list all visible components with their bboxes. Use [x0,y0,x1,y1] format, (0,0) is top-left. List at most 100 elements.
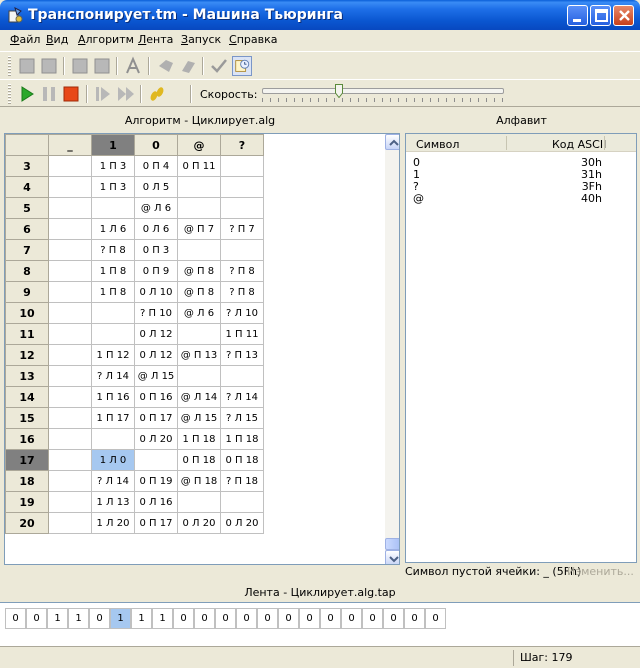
command-cell[interactable]: 0 П 17 [134,407,178,429]
state-header[interactable]: 7 [5,239,49,261]
command-cell[interactable]: 0 П 18 [177,449,221,471]
tape-cell[interactable]: 0 [173,608,194,629]
command-cell[interactable]: 0 Л 20 [177,512,221,534]
command-cell[interactable]: 0 Л 12 [134,323,178,345]
command-cell[interactable]: 1 П 11 [220,323,264,345]
command-cell[interactable]: 1 П 8 [91,260,135,282]
move-right-icon[interactable] [178,56,198,76]
column-header[interactable]: ? [220,134,264,156]
command-cell[interactable]: 0 Л 6 [134,218,178,240]
command-cell[interactable]: 0 П 19 [134,470,178,492]
command-cell[interactable] [177,323,221,345]
command-cell[interactable]: 1 П 16 [91,386,135,408]
command-cell[interactable]: 1 П 12 [91,344,135,366]
command-cell[interactable]: 1 Л 6 [91,218,135,240]
command-cell[interactable] [220,197,264,219]
command-cell[interactable]: ? П 8 [220,260,264,282]
command-cell[interactable] [48,512,92,534]
command-cell[interactable] [177,176,221,198]
speed-slider-thumb[interactable] [334,84,343,98]
tape[interactable]: 001101110000000000000 [0,602,640,646]
command-cell[interactable] [177,239,221,261]
command-cell[interactable] [48,239,92,261]
command-cell[interactable] [177,197,221,219]
state-header[interactable]: 3 [5,155,49,177]
algorithm-scrollbar[interactable] [385,134,399,564]
tape-cell[interactable]: 0 [257,608,278,629]
menu-run[interactable]: Запуск [181,33,221,46]
tape-cell[interactable]: 0 [236,608,257,629]
command-cell[interactable]: 1 П 18 [220,428,264,450]
close-button[interactable] [613,5,634,26]
delete-row-icon[interactable] [39,56,59,76]
command-cell[interactable] [48,470,92,492]
command-cell[interactable] [134,449,178,471]
command-cell[interactable]: 0 П 4 [134,155,178,177]
command-cell[interactable] [177,365,221,387]
command-cell[interactable]: @ П 8 [177,260,221,282]
command-cell[interactable] [48,218,92,240]
command-cell[interactable]: 1 П 3 [91,155,135,177]
command-cell[interactable] [91,302,135,324]
tape-cell[interactable]: 0 [383,608,404,629]
command-cell[interactable]: 0 П 18 [220,449,264,471]
command-cell[interactable]: 1 Л 0 [91,449,135,471]
command-cell[interactable]: 0 Л 5 [134,176,178,198]
tape-cell[interactable]: 0 [299,608,320,629]
command-cell[interactable]: ? Л 14 [91,470,135,492]
command-cell[interactable]: @ Л 15 [134,365,178,387]
command-cell[interactable] [48,428,92,450]
command-cell[interactable] [48,386,92,408]
tape-cell[interactable]: 0 [341,608,362,629]
command-cell[interactable] [220,239,264,261]
command-cell[interactable]: ? Л 14 [91,365,135,387]
column-header[interactable]: 1 [91,134,135,156]
column-header[interactable]: 0 [134,134,178,156]
speed-slider[interactable] [262,88,504,94]
move-left-icon[interactable] [156,56,176,76]
command-cell[interactable] [48,155,92,177]
command-cell[interactable]: 1 П 8 [91,281,135,303]
command-cell[interactable]: 1 П 3 [91,176,135,198]
play-icon[interactable] [17,84,37,104]
menu-help[interactable]: Справка [229,33,277,46]
command-cell[interactable] [91,323,135,345]
command-cell[interactable] [48,491,92,513]
scroll-thumb[interactable] [385,538,399,550]
menu-file[interactable]: Файл [10,33,40,46]
column-header-ascii[interactable]: Код ASCII [552,138,606,151]
tape-cell[interactable]: 0 [89,608,110,629]
state-header[interactable]: 16 [5,428,49,450]
command-cell[interactable]: 0 Л 12 [134,344,178,366]
command-cell[interactable] [220,491,264,513]
command-cell[interactable]: ? Л 15 [220,407,264,429]
state-header[interactable]: 18 [5,470,49,492]
command-cell[interactable] [48,344,92,366]
state-header[interactable]: 17 [5,449,49,471]
command-cell[interactable]: 0 П 3 [134,239,178,261]
tape-cell[interactable]: 0 [362,608,383,629]
command-cell[interactable]: @ Л 14 [177,386,221,408]
command-cell[interactable]: ? Л 10 [220,302,264,324]
command-cell[interactable] [177,491,221,513]
toolbar-grip[interactable] [8,56,11,76]
change-blank-button[interactable]: Изменить... [567,565,634,578]
state-header[interactable]: 5 [5,197,49,219]
column-header[interactable]: @ [177,134,221,156]
state-header[interactable]: 13 [5,365,49,387]
command-cell[interactable] [48,407,92,429]
command-cell[interactable]: 0 Л 20 [220,512,264,534]
command-cell[interactable]: @ П 7 [177,218,221,240]
tape-cell[interactable]: 1 [131,608,152,629]
command-cell[interactable]: @ П 18 [177,470,221,492]
minimize-button[interactable] [567,5,588,26]
command-cell[interactable]: 0 П 11 [177,155,221,177]
insert-column-icon[interactable] [70,56,90,76]
command-cell[interactable]: ? П 8 [91,239,135,261]
command-cell[interactable] [48,323,92,345]
state-header[interactable]: 4 [5,176,49,198]
delete-column-icon[interactable] [92,56,112,76]
state-header[interactable]: 6 [5,218,49,240]
state-header[interactable]: 10 [5,302,49,324]
tape-cell[interactable]: 0 [404,608,425,629]
